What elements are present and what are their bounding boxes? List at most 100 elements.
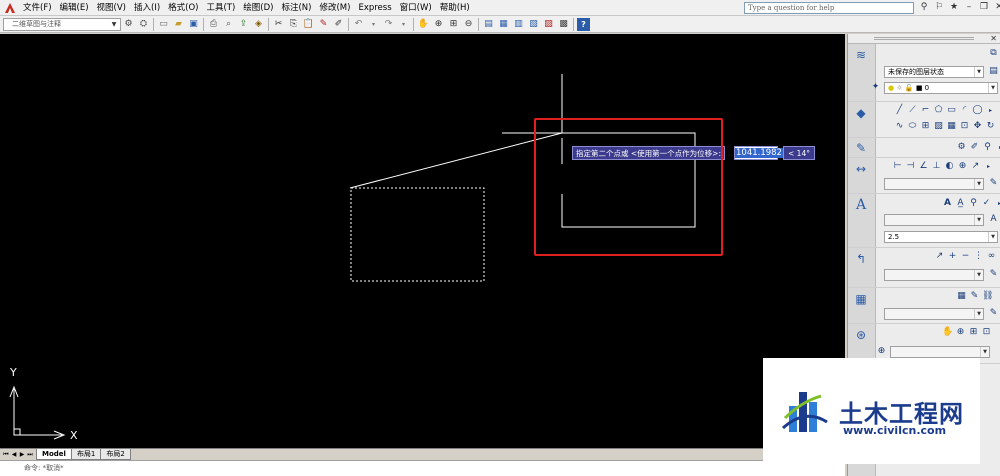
expand-icon[interactable]: ▸ (983, 161, 994, 172)
polygon-icon[interactable]: ⬠ (933, 105, 944, 116)
layer-manager-icon[interactable]: ⧉ (988, 48, 999, 59)
table-style-select[interactable]: ▼ (884, 308, 984, 320)
search-icon[interactable]: ⚲ (918, 1, 930, 14)
modify-tab-icon[interactable]: ✎ (853, 141, 869, 155)
properties-icon[interactable]: ⚙ (956, 142, 967, 153)
workspace-settings-icon[interactable]: ⚙ (122, 18, 135, 31)
tab-layout1[interactable]: 布局1 (70, 449, 102, 460)
layer-state-select[interactable]: 未保存的图层状态 ▼ (884, 66, 984, 78)
minimize-icon[interactable]: – (963, 1, 975, 14)
favorites-star-icon[interactable]: ★ (948, 1, 960, 14)
move-icon[interactable]: ✥ (972, 121, 983, 132)
chevron-down-icon[interactable]: ▼ (974, 309, 983, 319)
chevron-down-icon[interactable]: ▼ (109, 19, 119, 30)
undo-icon[interactable]: ↶ (352, 18, 365, 31)
chevron-down-icon[interactable]: ▼ (974, 179, 983, 189)
spell-check-icon[interactable]: ✓ (981, 198, 992, 209)
plot-preview-icon[interactable]: ⌕ (222, 18, 235, 31)
match-properties-icon[interactable]: ✎ (317, 18, 330, 31)
line-icon[interactable]: ╱ (894, 105, 905, 116)
text-style-select[interactable]: ▼ (884, 214, 984, 226)
expand-icon[interactable]: ▸ (985, 105, 996, 116)
dynamic-input-angle[interactable]: < 14° (783, 146, 815, 160)
align-leaders-icon[interactable]: ⋮ (973, 251, 984, 262)
help-icon[interactable]: ? (577, 17, 590, 31)
save-icon[interactable]: ▣ (187, 18, 200, 31)
baseline-dimension-icon[interactable]: ⊥ (931, 161, 942, 172)
hatch-icon[interactable]: ▨ (933, 121, 944, 132)
arc-icon[interactable]: ◜ (959, 105, 970, 116)
layers-icon[interactable]: ≋ (853, 48, 869, 62)
dimension-style-select[interactable]: ▼ (884, 178, 984, 190)
single-line-text-icon[interactable]: A̲ (955, 198, 966, 209)
menu-dimension[interactable]: 标注(N) (277, 1, 315, 15)
polyline-icon[interactable]: ⌐ (920, 105, 931, 116)
communication-center-icon[interactable]: ⚐ (933, 1, 945, 14)
construction-line-icon[interactable]: ⟋ (907, 105, 918, 116)
chevron-down-icon[interactable]: ▼ (988, 83, 997, 93)
rectangle-icon[interactable]: ▭ (946, 105, 957, 116)
chevron-down-icon[interactable]: ▼ (988, 232, 997, 242)
spline-icon[interactable]: ∿ (894, 121, 905, 132)
menu-tools[interactable]: 工具(T) (202, 1, 239, 15)
insert-table-icon[interactable]: ▦ (956, 291, 967, 302)
print-icon[interactable]: ⎙ (207, 18, 220, 31)
sheet-set-icon[interactable]: ▧ (527, 18, 540, 31)
menu-help[interactable]: 帮助(H) (436, 1, 474, 15)
help-search-input[interactable]: Type a question for help (744, 2, 914, 14)
region-icon[interactable]: ⊡ (959, 121, 970, 132)
open-file-icon[interactable]: ▰ (172, 18, 185, 31)
zoom-realtime-icon[interactable]: ⊕ (955, 327, 966, 338)
restore-icon[interactable]: ❐ (978, 1, 990, 14)
last-tab-icon[interactable]: ⏭ (26, 450, 34, 459)
radius-dimension-icon[interactable]: ◐ (944, 161, 955, 172)
multileader-icon[interactable]: ↗ (934, 251, 945, 262)
autocad-app-icon[interactable] (3, 1, 17, 15)
linear-dimension-icon[interactable]: ⊢ (892, 161, 903, 172)
properties-icon[interactable]: ▤ (482, 18, 495, 31)
block-editor-icon[interactable]: ✐ (332, 18, 345, 31)
zoom-window-icon[interactable]: ⊞ (968, 327, 979, 338)
design-center-icon[interactable]: ▦ (497, 18, 510, 31)
previous-tab-icon[interactable]: ◀ (10, 450, 18, 459)
dynamic-input-distance-field[interactable]: 1041.1982 (734, 146, 783, 160)
collect-leaders-icon[interactable]: ∞ (986, 251, 997, 262)
redo-icon[interactable]: ↷ (382, 18, 395, 31)
calculator-icon[interactable]: ▩ (557, 18, 570, 31)
menu-insert[interactable]: 插入(I) (130, 1, 164, 15)
text-tab-icon[interactable]: A (853, 198, 869, 212)
dimension-style-icon[interactable]: ✎ (988, 178, 999, 189)
match-properties-icon[interactable]: ✐ (969, 142, 980, 153)
text-height-select[interactable]: 2.5 ▼ (884, 231, 998, 243)
navigation-tab-icon[interactable]: ⊛ (853, 328, 869, 342)
multileader-style-select[interactable]: ▼ (884, 269, 984, 281)
zoom-realtime-icon[interactable]: ⊕ (432, 18, 445, 31)
cut-icon[interactable]: ✂ (272, 18, 285, 31)
find-text-icon[interactable]: ⚲ (968, 198, 979, 209)
table-tab-icon[interactable]: ▦ (853, 292, 869, 306)
publish-icon[interactable]: ⇪ (237, 18, 250, 31)
layer-select[interactable]: ● ☼ 🔓 ■ 0 ▼ (884, 82, 998, 94)
leader-icon[interactable]: ↗ (970, 161, 981, 172)
pan-icon[interactable]: ✋ (417, 18, 430, 31)
new-file-icon[interactable]: ▭ (157, 18, 170, 31)
insert-block-icon[interactable]: ⊞ (920, 121, 931, 132)
table-style-icon[interactable]: ✎ (988, 308, 999, 319)
add-leader-icon[interactable]: + (947, 251, 958, 262)
markup-icon[interactable]: ▨ (542, 18, 555, 31)
chevron-down-icon[interactable]: ▼ (974, 215, 983, 225)
menu-file[interactable]: 文件(F) (19, 1, 56, 15)
gradient-icon[interactable]: ▦ (946, 121, 957, 132)
next-tab-icon[interactable]: ▶ (18, 450, 26, 459)
remove-leader-icon[interactable]: − (960, 251, 971, 262)
palette-grip[interactable] (874, 37, 974, 40)
3d-dwf-icon[interactable]: ◈ (252, 18, 265, 31)
angular-dimension-icon[interactable]: ∠ (918, 161, 929, 172)
chevron-down-icon[interactable]: ▼ (980, 347, 989, 357)
menu-window[interactable]: 窗口(W) (396, 1, 436, 15)
chevron-down-icon[interactable]: ▼ (974, 270, 983, 280)
menu-format[interactable]: 格式(O) (164, 1, 202, 15)
layer-states-icon[interactable]: ▤ (988, 66, 999, 77)
menu-view[interactable]: 视图(V) (93, 1, 130, 15)
command-line[interactable]: 命令: *取消* (0, 460, 845, 476)
